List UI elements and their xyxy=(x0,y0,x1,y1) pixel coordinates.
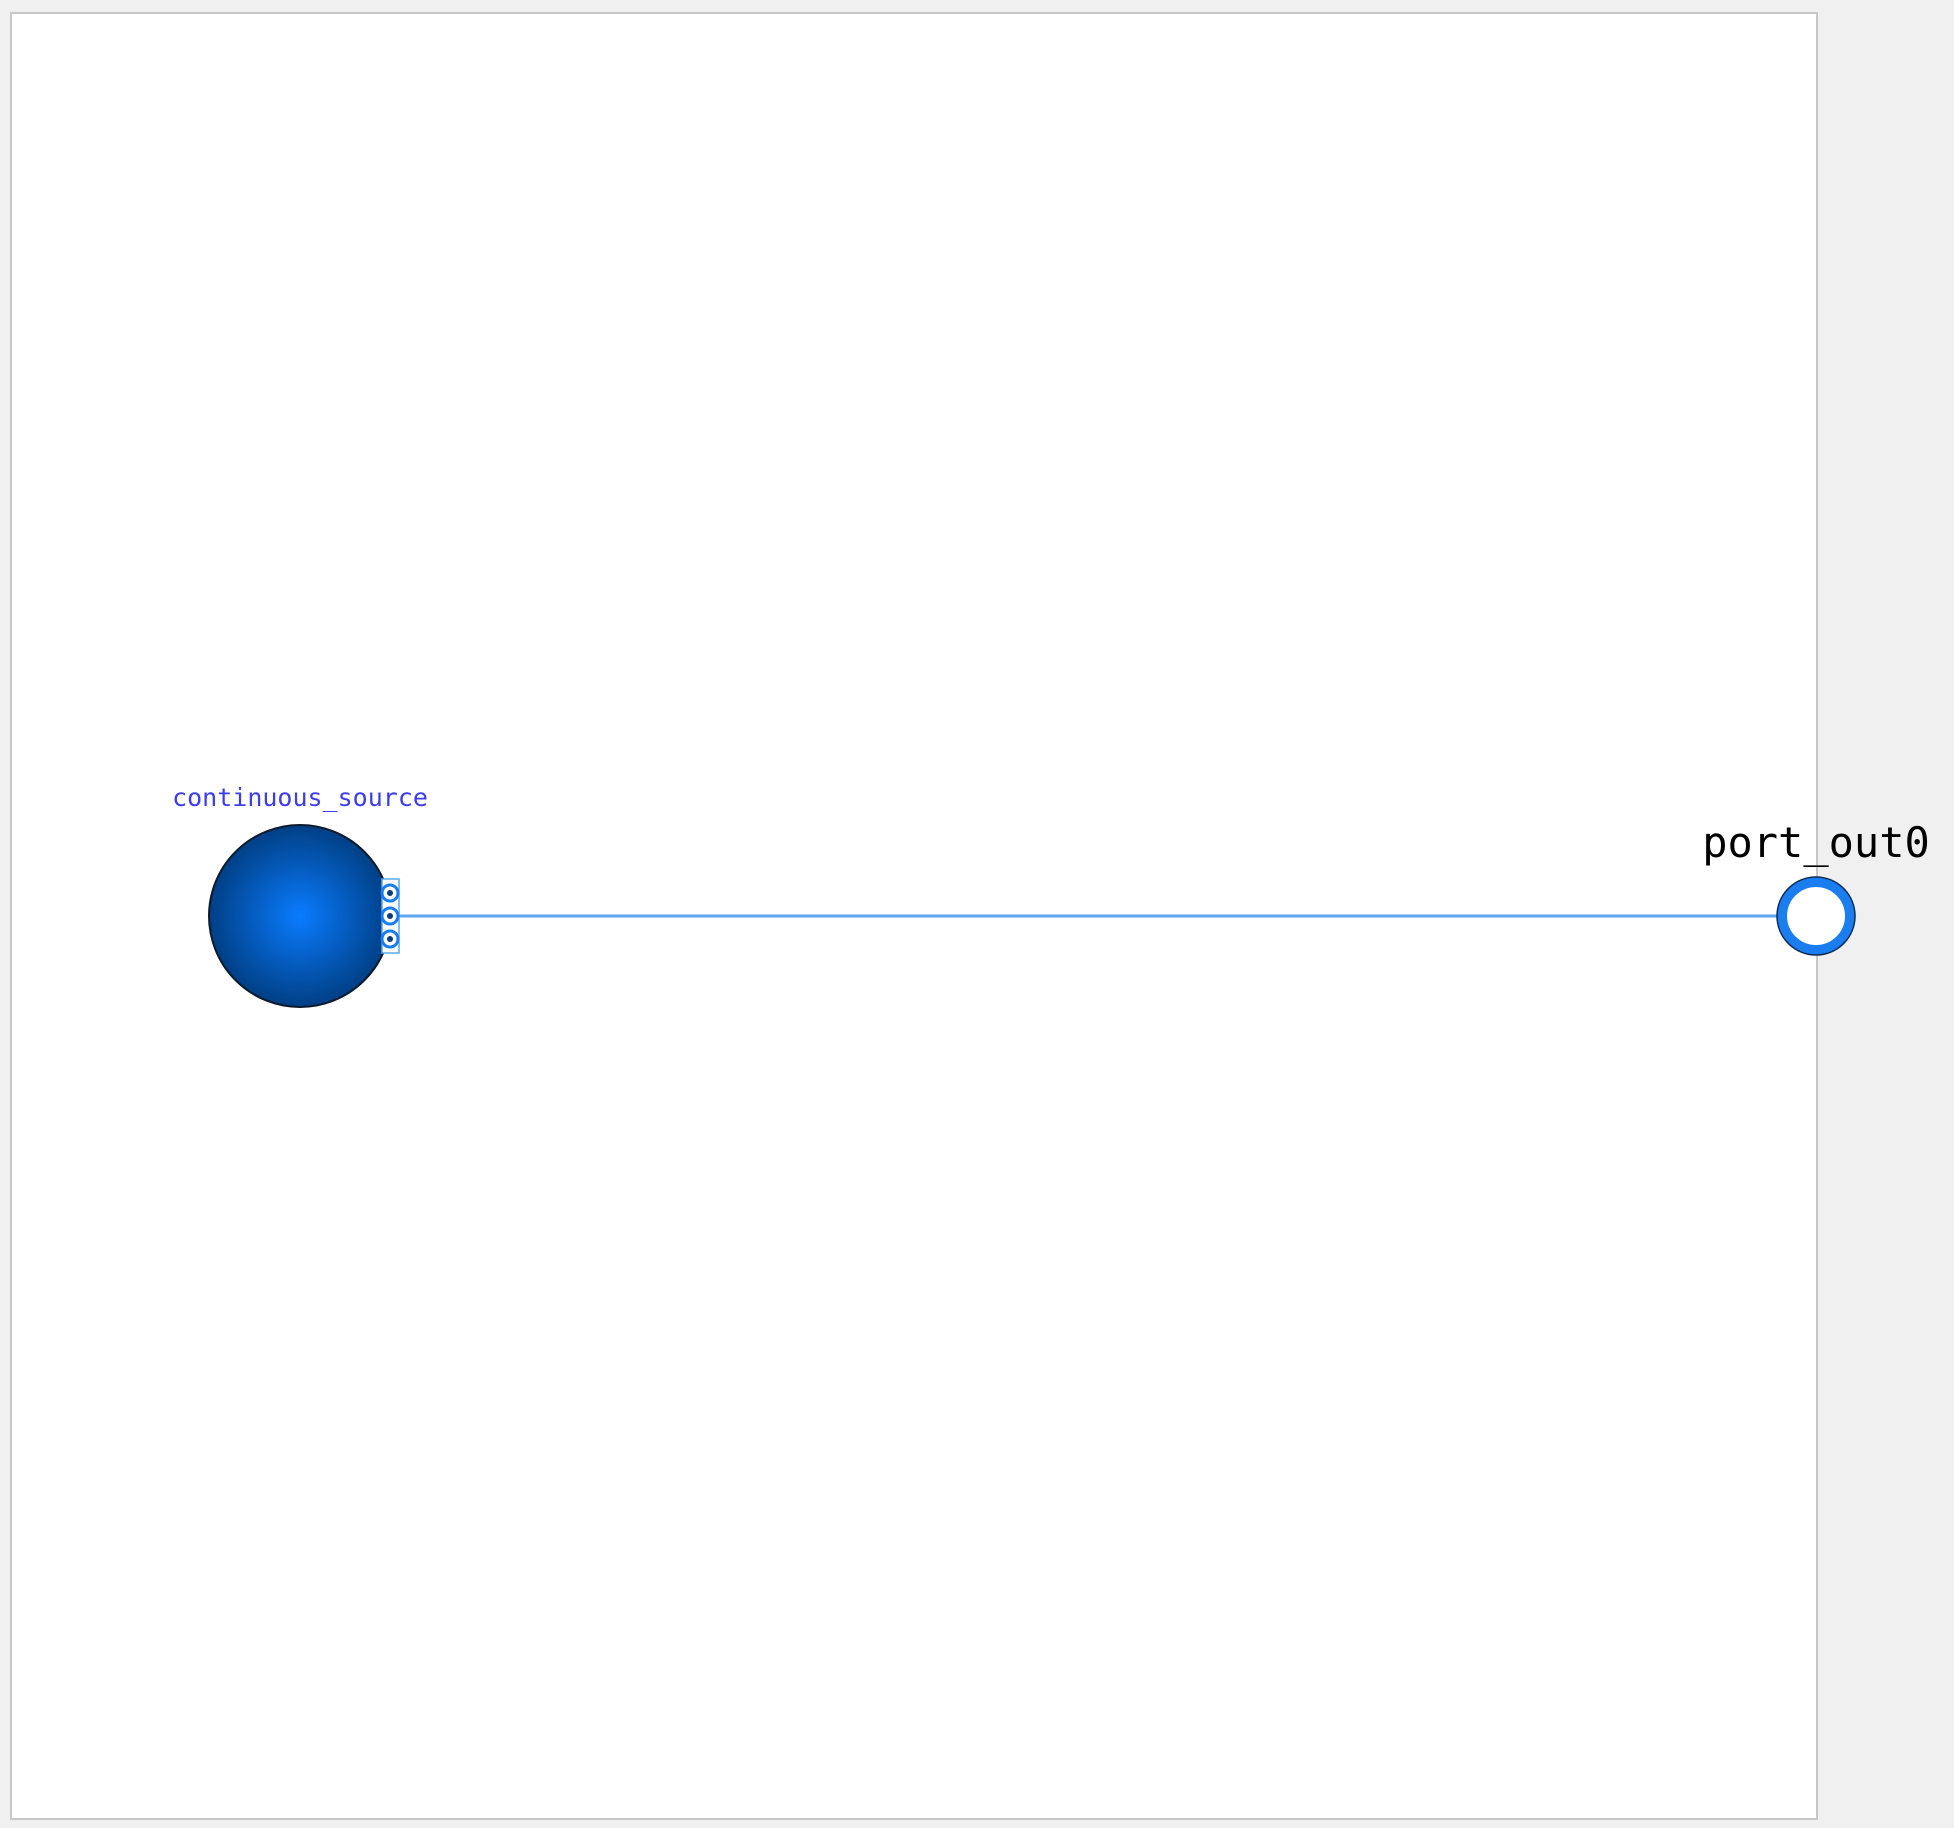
connector-pin-dot xyxy=(387,890,393,896)
output-port-ring[interactable] xyxy=(1777,877,1855,955)
source-circle[interactable] xyxy=(208,824,392,1008)
connector-pin-dot xyxy=(387,913,393,919)
diagram-stage: continuous_source port_out0 xyxy=(10,12,1930,1820)
port-label: port_out0 xyxy=(1702,818,1930,867)
component-label: continuous_source xyxy=(172,783,428,812)
output-connectors[interactable] xyxy=(380,883,400,949)
connector-pin-dot xyxy=(387,936,393,942)
